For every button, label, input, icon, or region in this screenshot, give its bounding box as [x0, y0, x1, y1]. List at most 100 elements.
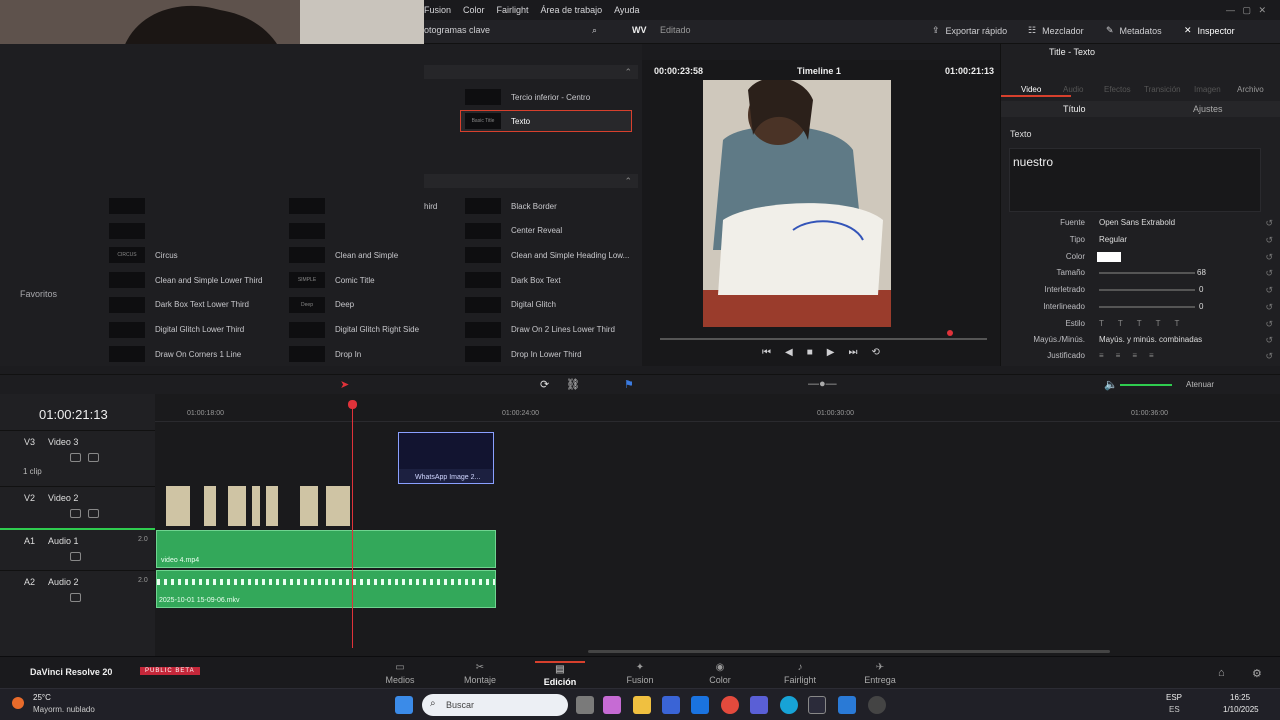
- davinci-icon[interactable]: [808, 696, 826, 714]
- tab-image[interactable]: Imagen: [1194, 85, 1221, 94]
- zoom-slider[interactable]: —●—: [808, 378, 837, 390]
- title-tile[interactable]: Deep Deep: [284, 294, 456, 316]
- size-slider[interactable]: [1099, 272, 1195, 274]
- timeline-ruler[interactable]: 01:00:18:00 01:00:24:00 01:00:30:00 01:0…: [155, 402, 1280, 422]
- nav-fairlight[interactable]: ♪ Fairlight: [775, 661, 825, 685]
- effects-label[interactable]: otogramas clave: [424, 25, 490, 35]
- step-back-icon[interactable]: ◀: [785, 347, 793, 358]
- task-view-icon[interactable]: [576, 696, 594, 714]
- video-preview[interactable]: [703, 80, 891, 327]
- menu-fusion[interactable]: Fusion: [424, 5, 451, 15]
- section-header-1[interactable]: ⌃: [424, 65, 638, 79]
- reset-icon[interactable]: ↺: [1265, 335, 1273, 346]
- style-buttons[interactable]: TTTTT: [1099, 319, 1193, 328]
- font-select[interactable]: Open Sans Extrabold: [1099, 218, 1219, 230]
- reset-icon[interactable]: ↺: [1265, 235, 1273, 246]
- tab-effects[interactable]: Efectos: [1104, 85, 1131, 94]
- tab-transition[interactable]: Transición: [1144, 85, 1181, 94]
- inspector-button[interactable]: ✕ Inspector: [1184, 25, 1235, 36]
- store-icon[interactable]: [662, 696, 680, 714]
- volume-slider[interactable]: [1120, 384, 1172, 386]
- title-tile[interactable]: Clean and Simple: [284, 244, 456, 266]
- justify-buttons[interactable]: ≡≡≡≡: [1099, 351, 1166, 360]
- select-tool-icon[interactable]: ➤: [340, 378, 349, 391]
- title-tile[interactable]: Digital Glitch Lower Third: [104, 319, 276, 341]
- outlook-icon[interactable]: [691, 696, 709, 714]
- window-controls[interactable]: — ▢ ✕: [1226, 5, 1266, 16]
- title-tile[interactable]: [284, 220, 456, 242]
- reset-icon[interactable]: ↺: [1265, 319, 1273, 330]
- timeline-scrollbar[interactable]: [588, 650, 1110, 653]
- subtab-settings[interactable]: Ajustes: [1193, 104, 1223, 114]
- title-tile[interactable]: [284, 195, 456, 217]
- playhead-marker[interactable]: [947, 330, 953, 336]
- menu-color[interactable]: Color: [463, 5, 485, 15]
- timeline-name[interactable]: Timeline 1: [797, 66, 841, 76]
- type-select[interactable]: Regular: [1099, 235, 1127, 244]
- file-explorer-icon[interactable]: [633, 696, 651, 714]
- reset-icon[interactable]: ↺: [1265, 351, 1273, 362]
- title-tile[interactable]: Drop In Lower Third: [460, 343, 632, 365]
- obs-icon[interactable]: [868, 696, 886, 714]
- leading-slider[interactable]: [1099, 306, 1195, 308]
- clip-v3[interactable]: WhatsApp Image 2...: [398, 432, 494, 484]
- tab-audio[interactable]: Audio: [1063, 85, 1083, 94]
- menu-workspace[interactable]: Área de trabajo: [541, 5, 603, 15]
- stop-icon[interactable]: ■: [807, 347, 813, 358]
- title-tile[interactable]: CIRCUS Circus: [104, 244, 276, 266]
- nav-fusion[interactable]: ✦ Fusion: [615, 661, 665, 685]
- chevron-up-icon[interactable]: ⌃: [624, 67, 632, 78]
- favorites-label[interactable]: Favoritos: [20, 289, 57, 299]
- edge-icon[interactable]: [780, 696, 798, 714]
- reset-icon[interactable]: ↺: [1265, 218, 1273, 229]
- reset-icon[interactable]: ↺: [1265, 268, 1273, 279]
- tracking-slider[interactable]: [1099, 289, 1195, 291]
- skip-forward-icon[interactable]: ⏭: [848, 347, 857, 358]
- flag-icon[interactable]: ⚑: [624, 378, 634, 391]
- title-tile[interactable]: Clean and Simple Heading Low...: [460, 244, 632, 266]
- dim-button[interactable]: Atenuar: [1186, 380, 1214, 389]
- title-tile[interactable]: Digital Glitch: [460, 294, 632, 316]
- leading-value[interactable]: 0: [1199, 302, 1203, 311]
- text-input[interactable]: nuestro: [1009, 148, 1261, 212]
- auto-select-icon[interactable]: [70, 509, 81, 518]
- title-tile[interactable]: Center Reveal: [460, 220, 632, 242]
- taskbar-search[interactable]: ⌕ Buscar: [422, 694, 568, 716]
- clock-time[interactable]: 16:25: [1230, 693, 1250, 702]
- title-tile[interactable]: Dark Box Text: [460, 269, 632, 291]
- subtab-title[interactable]: Título: [1063, 104, 1086, 114]
- title-tile[interactable]: Draw On Corners 1 Line: [104, 343, 276, 365]
- title-tile[interactable]: Black Border: [460, 195, 632, 217]
- notepad-icon[interactable]: [838, 696, 856, 714]
- title-tile[interactable]: [104, 220, 276, 242]
- playhead-handle[interactable]: [348, 400, 357, 409]
- reset-icon[interactable]: ↺: [1265, 302, 1273, 313]
- auto-select-icon[interactable]: [70, 453, 81, 462]
- nav-color[interactable]: ◉ Color: [695, 661, 745, 685]
- nav-media[interactable]: ▭ Medios: [375, 661, 425, 685]
- title-tile[interactable]: Clean and Simple Lower Third: [104, 269, 276, 291]
- visibility-icon[interactable]: [88, 509, 99, 518]
- clock-date[interactable]: 1/10/2025: [1223, 705, 1259, 714]
- nav-cut[interactable]: ✂ Montaje: [455, 661, 505, 685]
- clip-a1[interactable]: video 4.mp4: [156, 530, 496, 568]
- title-tile[interactable]: [104, 195, 276, 217]
- title-tile[interactable]: Tercio inferior - Centro: [460, 86, 632, 108]
- clips-v2[interactable]: [166, 486, 352, 526]
- search-icon[interactable]: ⌕: [592, 25, 597, 36]
- title-tile[interactable]: Draw On 2 Lines Lower Third: [460, 319, 632, 341]
- section-header-2[interactable]: ⌃: [424, 174, 638, 188]
- size-value[interactable]: 68: [1197, 268, 1206, 277]
- menu-fairlight[interactable]: Fairlight: [497, 5, 529, 15]
- settings-gear-icon[interactable]: ⚙: [1252, 667, 1262, 680]
- windows-start-icon[interactable]: [395, 696, 413, 714]
- clip-a2[interactable]: 2025-10-01 15-09-06.mkv: [156, 570, 496, 608]
- mixer-button[interactable]: ☷ Mezclador: [1028, 25, 1084, 36]
- title-tile[interactable]: Digital Glitch Right Side: [284, 319, 456, 341]
- chrome-icon[interactable]: [721, 696, 739, 714]
- skip-back-icon[interactable]: ⏮: [762, 347, 771, 358]
- title-tile[interactable]: Drop In: [284, 343, 456, 365]
- tab-video[interactable]: Video: [1021, 85, 1041, 94]
- loop-icon[interactable]: ⟲: [871, 347, 879, 358]
- tracking-value[interactable]: 0: [1199, 285, 1203, 294]
